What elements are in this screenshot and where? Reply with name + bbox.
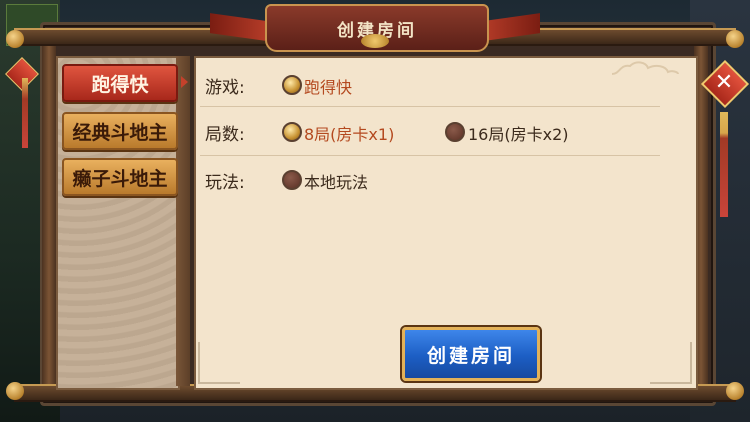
sidebar-divider (176, 56, 190, 386)
frame-post-left (42, 30, 56, 390)
tab-laizi-doudizhu[interactable]: 癞子斗地主 (62, 158, 178, 196)
title-cloud-knot-icon (361, 34, 389, 48)
tab-label: 癞子斗地主 (72, 167, 168, 190)
rules-label: 玩法: (205, 173, 245, 193)
create-room-button-label: 创建房间 (426, 344, 515, 367)
rounds-16-radio[interactable] (445, 122, 465, 142)
create-room-button[interactable]: 创建房间 (402, 327, 540, 381)
tab-sidebar (56, 56, 180, 390)
rounds-label: 局数: (205, 125, 245, 145)
tab-classic-doudizhu[interactable]: 经典斗地主 (62, 112, 178, 150)
tab-label: 经典斗地主 (72, 121, 168, 144)
game-paodekuai-option[interactable]: 跑得快 (304, 74, 352, 98)
rounds-16-option[interactable]: 16局(房卡x2) (468, 121, 569, 145)
game-label: 游戏: (205, 78, 245, 98)
tab-paodekuai[interactable]: 跑得快 (62, 64, 178, 102)
close-icon[interactable]: ✕ (712, 64, 736, 100)
rail-cap-icon (726, 30, 744, 48)
row-divider (200, 106, 660, 107)
active-tab-arrow-icon (181, 76, 188, 88)
rail-cap-icon (6, 382, 24, 400)
cloud-ornament-icon (611, 61, 679, 75)
tassel-icon (22, 78, 28, 148)
tassel-icon (720, 112, 728, 217)
rail-cap-icon (726, 382, 744, 400)
rounds-8-option[interactable]: 8局(房卡x1) (304, 121, 394, 145)
rules-local-option[interactable]: 本地玩法 (304, 169, 368, 193)
corner-ornament-icon (650, 342, 692, 384)
row-divider (200, 155, 660, 156)
game-paodekuai-radio[interactable] (282, 75, 302, 95)
rounds-8-radio[interactable] (282, 122, 302, 142)
tab-label: 跑得快 (91, 73, 149, 96)
corner-ornament-icon (198, 342, 240, 384)
rail-cap-icon (6, 30, 24, 48)
rules-local-radio[interactable] (282, 170, 302, 190)
